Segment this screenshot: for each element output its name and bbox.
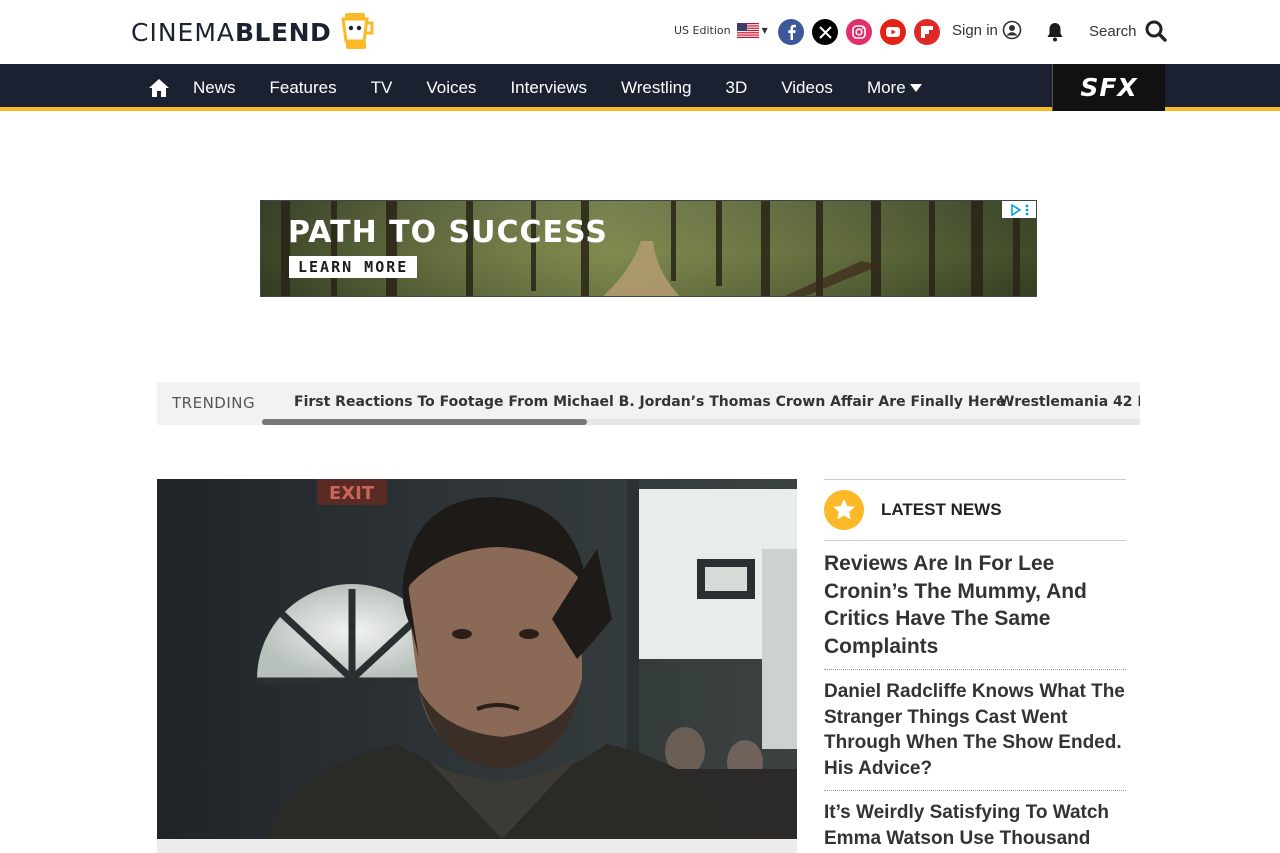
hero-photo: EXIT: [157, 479, 797, 839]
nav-item-videos[interactable]: Videos: [781, 78, 833, 98]
search-icon: [1145, 20, 1167, 42]
news-headline-link[interactable]: Reviews Are In For Lee Cronin’s The Mumm…: [824, 550, 1126, 660]
search-button[interactable]: Search: [1089, 20, 1167, 42]
trending-scrollbar-thumb[interactable]: [262, 419, 587, 425]
trending-label: TRENDING: [172, 394, 256, 412]
search-label: Search: [1089, 22, 1137, 40]
latest-news-panel: LATEST NEWS Reviews Are In For Lee Croni…: [824, 479, 1126, 853]
sign-in-label: Sign in: [952, 21, 998, 39]
sfx-partner-logo[interactable]: SFX: [1052, 64, 1165, 111]
chevron-down-icon: ▼: [761, 26, 768, 35]
main-nav: News Features TV Voices Interviews Wrest…: [0, 64, 1280, 111]
site-header: CINEMABLEND US Edition ▼ Sign in Search: [0, 0, 1280, 64]
latest-news-header: LATEST NEWS: [824, 479, 1126, 541]
sign-in-link[interactable]: Sign in: [952, 20, 1022, 40]
user-circle-icon: [1002, 20, 1022, 40]
nav-item-tv[interactable]: TV: [371, 78, 393, 98]
list-item: Daniel Radcliffe Knows What The Stranger…: [824, 670, 1126, 791]
us-flag-icon: [736, 23, 759, 38]
flipboard-icon[interactable]: [914, 19, 940, 45]
hero-article-image[interactable]: EXIT: [157, 479, 797, 839]
hero-caption-strip: [157, 839, 797, 853]
ad-learn-more-button[interactable]: LEARN MORE: [289, 256, 418, 278]
nav-item-features[interactable]: Features: [270, 78, 337, 98]
trending-scrollbar[interactable]: [262, 419, 1140, 425]
site-logo[interactable]: CINEMABLEND: [131, 10, 375, 54]
ad-headline: PATH TO SUCCESS: [288, 215, 608, 250]
list-item: It’s Weirdly Satisfying To Watch Emma Wa…: [824, 791, 1126, 853]
nav-item-news[interactable]: News: [193, 78, 236, 98]
trending-item[interactable]: Wrestlemania 42 Pr: [999, 394, 1140, 410]
trending-item[interactable]: First Reactions To Footage From Michael …: [294, 394, 1005, 410]
trending-bar: TRENDING First Reactions To Footage From…: [157, 382, 1140, 425]
social-links: [778, 19, 940, 45]
nav-more-label: More: [866, 77, 906, 97]
edition-selector[interactable]: US Edition ▼: [674, 23, 768, 38]
main-nav-items: News Features TV Voices Interviews Wrest…: [148, 64, 922, 111]
bell-icon[interactable]: [1045, 21, 1065, 47]
logo-wordmark-thin: CINEMA: [131, 17, 235, 47]
youtube-icon[interactable]: [880, 19, 906, 45]
logo-wordmark: CINEMABLEND: [131, 18, 331, 47]
facebook-icon[interactable]: [778, 19, 804, 45]
nav-item-3d[interactable]: 3D: [726, 78, 748, 98]
nav-more-menu[interactable]: More: [867, 78, 922, 98]
triangle-down-icon: [909, 83, 922, 92]
nav-item-interviews[interactable]: Interviews: [510, 78, 587, 98]
edition-label: US Edition: [674, 24, 731, 37]
hero-exit-sign: EXIT: [329, 483, 375, 504]
ad-banner[interactable]: PATH TO SUCCESS LEARN MORE: [260, 200, 1037, 297]
home-icon[interactable]: [148, 77, 170, 99]
ad-choices-icon[interactable]: [1002, 201, 1036, 218]
news-headline-link[interactable]: Daniel Radcliffe Knows What The Stranger…: [824, 679, 1126, 781]
news-headline-link[interactable]: It’s Weirdly Satisfying To Watch Emma Wa…: [824, 800, 1126, 851]
list-item: Reviews Are In For Lee Cronin’s The Mumm…: [824, 541, 1126, 670]
x-twitter-icon[interactable]: [812, 19, 838, 45]
instagram-icon[interactable]: [846, 19, 872, 45]
blender-mascot-icon: [341, 13, 374, 49]
latest-news-title: LATEST NEWS: [881, 500, 1002, 519]
logo-wordmark-bold: BLEND: [235, 17, 332, 47]
star-icon: [824, 490, 864, 530]
nav-item-voices[interactable]: Voices: [426, 78, 476, 98]
nav-item-wrestling[interactable]: Wrestling: [621, 78, 692, 98]
sfx-logo-text: SFX: [1080, 73, 1138, 102]
